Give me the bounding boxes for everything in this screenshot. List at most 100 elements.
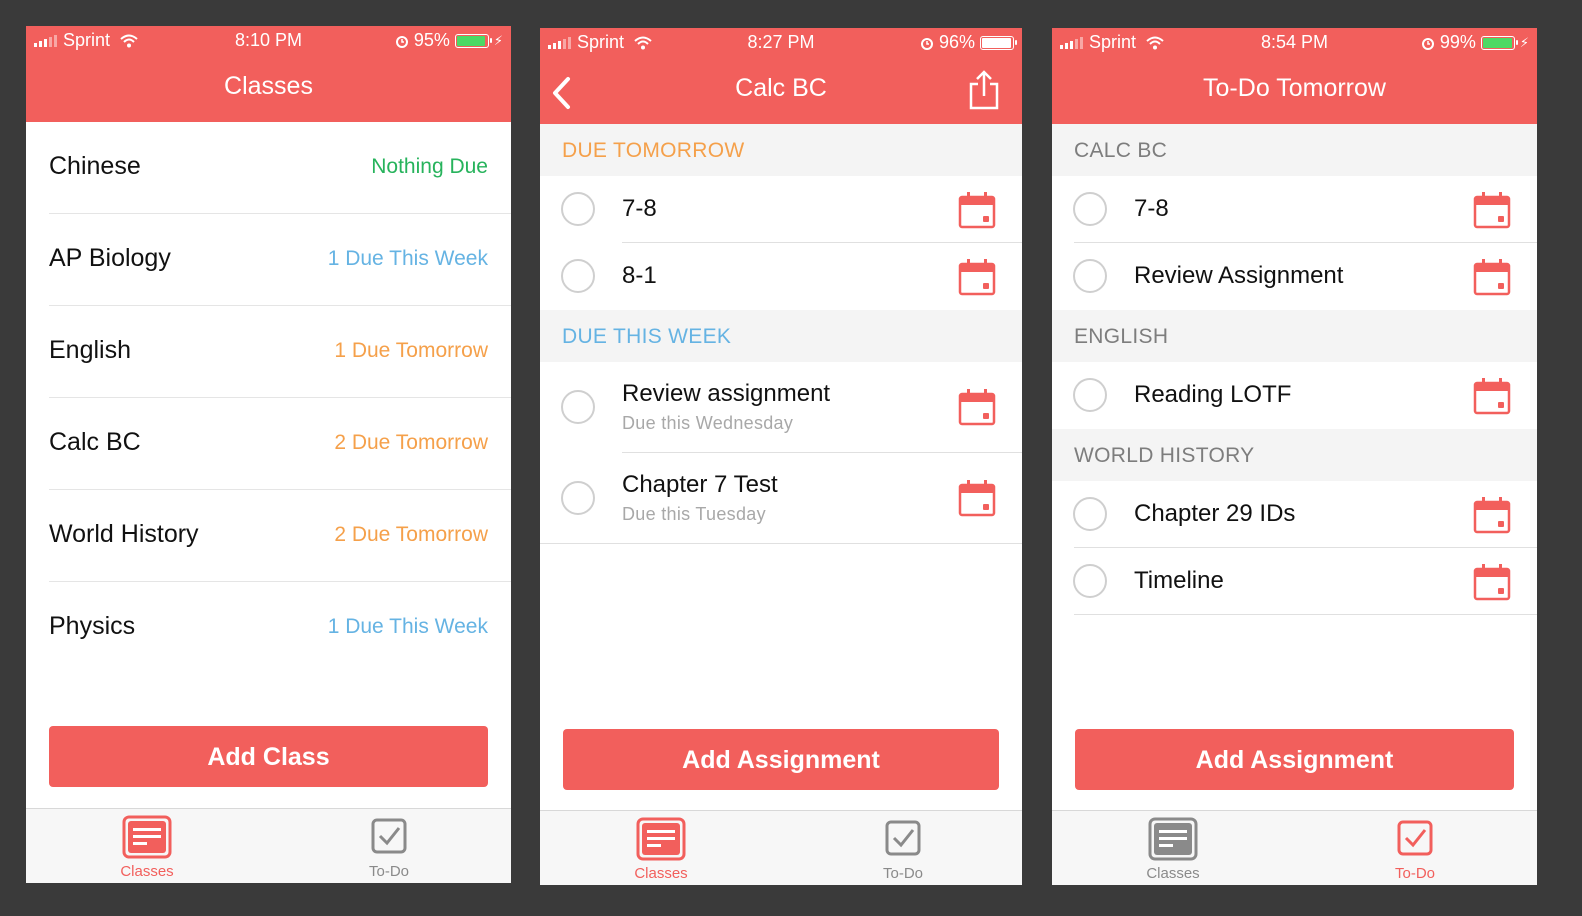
assignment-title: Review assignment	[622, 380, 831, 407]
class-status: 2 Due Tomorrow	[334, 523, 488, 546]
class-name: Chinese	[49, 152, 141, 180]
calendar-icon[interactable]	[1473, 191, 1511, 229]
complete-checkbox[interactable]	[1073, 564, 1107, 598]
assignment-row[interactable]: Review assignment Due this Wednesday	[540, 362, 1022, 453]
calendar-icon[interactable]	[958, 191, 996, 229]
class-status: 2 Due Tomorrow	[334, 431, 488, 454]
class-name: Physics	[49, 612, 136, 640]
assignment-row[interactable]: 8-1	[540, 243, 1022, 310]
status-bar: Sprint 8:10 PM 95% ⚡	[26, 26, 511, 54]
classes-icon	[1148, 817, 1198, 861]
class-row[interactable]: Physics 1 Due This Week	[49, 582, 511, 673]
assignment-title: Chapter 7 Test	[622, 471, 778, 498]
due-date-label: Due this Tuesday	[622, 504, 766, 524]
section-header: DUE TOMORROW	[540, 124, 1022, 176]
todo-list: CALC BC 7-8 Review Assignment ENGLISH Re…	[1052, 124, 1537, 615]
tab-bar: Classes To-Do	[1052, 810, 1537, 885]
calendar-icon[interactable]	[1473, 563, 1511, 601]
assignment-title: Chapter 29 IDs	[1134, 500, 1296, 527]
assignment-list: DUE TOMORROW 7-8 8-1 DUE THIS WEEK Revie…	[540, 124, 1022, 544]
tab-classes[interactable]: Classes	[87, 815, 207, 880]
classes-screen: Sprint 8:10 PM 95% ⚡ Classes Chinese Not…	[26, 26, 511, 883]
due-date-label: Due this Wednesday	[622, 413, 794, 433]
assignment-row[interactable]: Chapter 29 IDs	[1052, 481, 1537, 548]
assignment-row[interactable]: Chapter 7 Test Due this Tuesday	[540, 453, 1022, 544]
assignment-row[interactable]: Timeline	[1052, 548, 1537, 615]
class-row[interactable]: World History 2 Due Tomorrow	[49, 490, 511, 582]
assignment-title: Review Assignment	[1134, 262, 1344, 289]
calendar-icon[interactable]	[1473, 496, 1511, 534]
charging-icon: ⚡	[1519, 34, 1529, 50]
calendar-icon[interactable]	[1473, 258, 1511, 296]
todo-icon	[1397, 820, 1433, 856]
todo-screen: Sprint 8:54 PM 99% ⚡ To-Do Tomorrow CALC…	[1052, 28, 1537, 885]
classes-icon	[122, 815, 172, 859]
complete-checkbox[interactable]	[561, 390, 595, 424]
battery-percent: 99%	[1439, 32, 1476, 52]
assignment-title: Timeline	[1134, 567, 1224, 594]
nav-header: Sprint 8:27 PM 96% Calc BC	[540, 28, 1022, 124]
class-status: Nothing Due	[371, 155, 488, 178]
assignment-title: 8-1	[622, 262, 657, 289]
status-bar: Sprint 8:54 PM 99% ⚡	[1052, 28, 1537, 56]
tab-bar: Classes To-Do	[540, 810, 1022, 885]
add-class-button[interactable]: Add Class	[49, 726, 488, 787]
calendar-icon[interactable]	[958, 258, 996, 296]
class-detail-screen: Sprint 8:27 PM 96% Calc BC DUE TOMORROW …	[540, 28, 1022, 885]
class-status: 1 Due Tomorrow	[334, 339, 488, 362]
class-name: AP Biology	[49, 244, 171, 272]
assignment-row[interactable]: Review Assignment	[1052, 243, 1537, 310]
assignment-row[interactable]: Reading LOTF	[1052, 362, 1537, 429]
class-status: 1 Due This Week	[327, 615, 488, 638]
tab-todo[interactable]: To-Do	[843, 817, 963, 882]
class-row[interactable]: English 1 Due Tomorrow	[49, 306, 511, 398]
todo-icon	[885, 820, 921, 856]
section-label: WORLD HISTORY	[1074, 444, 1255, 467]
tab-label: Classes	[634, 865, 688, 882]
page-title: Calc BC	[735, 74, 827, 102]
complete-checkbox[interactable]	[561, 481, 595, 515]
charging-icon: ⚡	[493, 32, 503, 48]
section-header: CALC BC	[1052, 124, 1537, 176]
assignment-row[interactable]: 7-8	[1052, 176, 1537, 243]
complete-checkbox[interactable]	[1073, 192, 1107, 226]
class-row[interactable]: Chinese Nothing Due	[49, 122, 511, 214]
row-divider	[540, 543, 1022, 544]
tab-todo[interactable]: To-Do	[1355, 817, 1475, 882]
complete-checkbox[interactable]	[561, 259, 595, 293]
nav-header: Sprint 8:10 PM 95% ⚡ Classes	[26, 26, 511, 122]
page-title: Classes	[224, 72, 313, 100]
complete-checkbox[interactable]	[1073, 497, 1107, 531]
tab-classes[interactable]: Classes	[601, 817, 721, 882]
battery-percent: 96%	[938, 32, 975, 52]
tab-label: To-Do	[368, 863, 409, 880]
tab-classes[interactable]: Classes	[1113, 817, 1233, 882]
class-row[interactable]: Calc BC 2 Due Tomorrow	[49, 398, 511, 490]
calendar-icon[interactable]	[958, 388, 996, 426]
assignment-title: 7-8	[622, 195, 657, 222]
status-bar: Sprint 8:27 PM 96%	[540, 28, 1022, 56]
class-list: Chinese Nothing Due AP Biology 1 Due Thi…	[26, 122, 511, 673]
alarm-icon	[920, 37, 933, 50]
add-assignment-button[interactable]: Add Assignment	[563, 729, 999, 790]
share-icon[interactable]	[968, 70, 1000, 110]
tab-todo[interactable]: To-Do	[329, 815, 449, 880]
classes-icon	[636, 817, 686, 861]
complete-checkbox[interactable]	[1073, 259, 1107, 293]
assignment-title: 7-8	[1134, 195, 1169, 222]
class-row[interactable]: AP Biology 1 Due This Week	[49, 214, 511, 306]
section-header: WORLD HISTORY	[1052, 429, 1537, 481]
todo-icon	[371, 818, 407, 854]
assignment-row[interactable]: 7-8	[540, 176, 1022, 243]
complete-checkbox[interactable]	[561, 192, 595, 226]
add-assignment-button[interactable]: Add Assignment	[1075, 729, 1514, 790]
battery-percent: 95%	[413, 30, 450, 50]
section-header: ENGLISH	[1052, 310, 1537, 362]
calendar-icon[interactable]	[1473, 377, 1511, 415]
class-status: 1 Due This Week	[327, 247, 488, 270]
complete-checkbox[interactable]	[1073, 378, 1107, 412]
battery-icon	[454, 33, 492, 48]
tab-bar: Classes To-Do	[26, 808, 511, 883]
calendar-icon[interactable]	[958, 479, 996, 517]
tab-label: To-Do	[882, 865, 923, 882]
